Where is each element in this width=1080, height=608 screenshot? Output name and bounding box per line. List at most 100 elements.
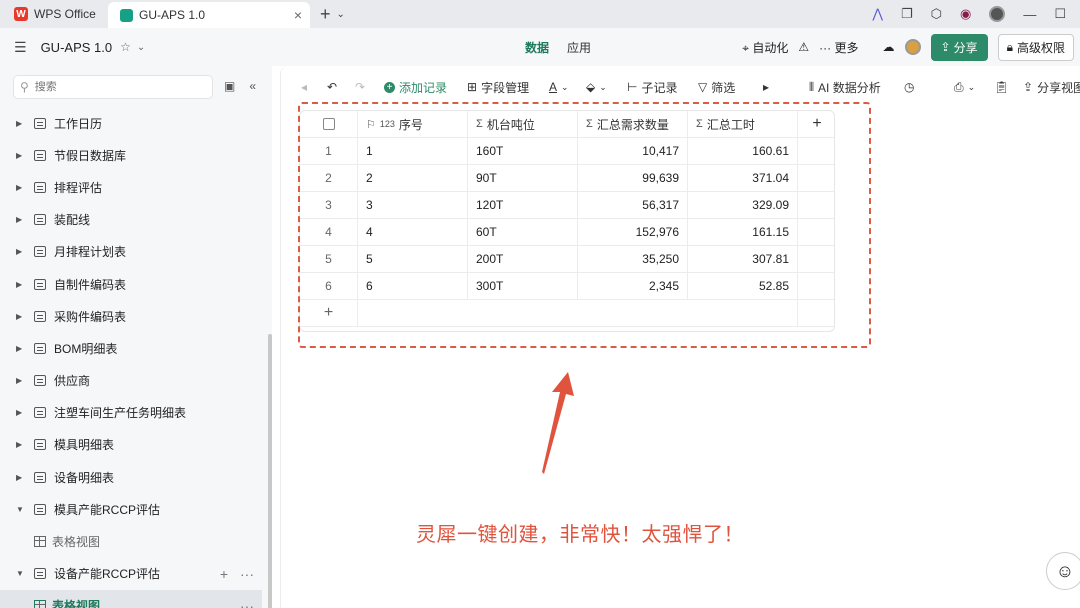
warning-icon[interactable]: ⚠	[798, 40, 809, 54]
lock-icon: 🔒︎	[1006, 39, 1013, 54]
sidebar-item[interactable]: ▼ 模具产能RCCP评估	[0, 493, 262, 525]
sub-record-button[interactable]: ⊢ 子记录	[627, 79, 677, 96]
tab-wps-office[interactable]: W WPS Office	[0, 0, 108, 28]
export-button[interactable]: ⎙ ⌄	[954, 80, 975, 95]
more-tools-icon[interactable]: ▸	[763, 80, 769, 94]
cube-icon[interactable]: ⬡	[931, 6, 942, 22]
sidebar-item[interactable]: ▶ 月排程计划表	[0, 236, 262, 268]
sidebar-item[interactable]: ▶ 注塑车间生产任务明细表	[0, 397, 262, 429]
doc-title[interactable]: GU-APS 1.0	[41, 40, 113, 55]
doc-logo-icon	[120, 8, 133, 22]
ai-analysis-button[interactable]: ⫴ AI 数据分析	[809, 79, 881, 96]
more-button[interactable]: ··· 更多	[819, 39, 858, 56]
expand-arrow-icon[interactable]: ▶	[16, 344, 34, 353]
sidebar-item[interactable]: ▶ 排程评估	[0, 171, 262, 203]
scroll-left-icon[interactable]: ◂	[301, 80, 307, 94]
chevron-down-icon[interactable]: ⌄	[337, 9, 345, 20]
sidebar-view-item[interactable]: 表格视图	[0, 525, 262, 557]
table-icon	[34, 310, 46, 322]
more-icon[interactable]: ···	[240, 598, 254, 608]
chevron-down-icon: ⌄	[599, 81, 607, 92]
chevron-down-icon: ⌄	[561, 81, 569, 92]
avatar[interactable]	[989, 6, 1006, 22]
sidebar-scrollbar[interactable]	[268, 334, 272, 608]
redo-icon[interactable]: ↷	[355, 80, 365, 94]
sidebar-view-item-active[interactable]: 表格视图 ···	[0, 589, 262, 608]
window-titlebar: W WPS Office GU-APS 1.0 × + ⌄ ⋀ ❐ ⬡ ◉ — …	[0, 0, 1080, 28]
star-icon[interactable]: ☆	[120, 40, 131, 54]
collapse-arrow-icon[interactable]: ▼	[16, 569, 34, 578]
fill-color-button[interactable]: ⬙ ⌄	[586, 80, 607, 94]
expand-arrow-icon[interactable]: ▶	[16, 151, 34, 160]
search-box[interactable]: ⚲	[13, 75, 213, 99]
sidebar-item[interactable]: ▶ 节假日数据库	[0, 139, 262, 171]
sidebar-panel-icon[interactable]: ▣	[224, 79, 235, 93]
tab-apps[interactable]: 应用	[567, 39, 591, 56]
expand-arrow-icon[interactable]: ▶	[16, 408, 34, 417]
expand-arrow-icon[interactable]: ▶	[16, 440, 34, 449]
automation-button[interactable]: ⌖ 自动化	[742, 39, 788, 56]
field-manage-label: 字段管理	[481, 80, 530, 95]
sidebar-item-label: 供应商	[54, 374, 91, 389]
tab-data[interactable]: 数据	[525, 39, 549, 56]
table-icon	[34, 407, 46, 419]
sidebar-item[interactable]: ▶ 装配线	[0, 204, 262, 236]
avatar[interactable]	[904, 39, 921, 55]
window-copy-icon[interactable]: ❐	[901, 6, 913, 22]
expand-arrow-icon[interactable]: ▶	[16, 247, 34, 256]
sidebar-item[interactable]: ▶ 设备明细表	[0, 461, 262, 493]
collapse-sidebar-icon[interactable]: «	[249, 79, 256, 93]
sidebar-item[interactable]: ▶ 供应商	[0, 365, 262, 397]
expand-arrow-icon[interactable]: ▶	[16, 312, 34, 321]
expand-arrow-icon[interactable]: ▶	[16, 183, 34, 192]
sidebar-item[interactable]: ▶ 采购件编码表	[0, 300, 262, 332]
field-manage-button[interactable]: ⊞ 字段管理	[467, 79, 529, 96]
expand-arrow-icon[interactable]: ▶	[16, 473, 34, 482]
chevron-down-icon[interactable]: ⌄	[137, 42, 145, 53]
search-input[interactable]	[34, 81, 185, 93]
share-view-button[interactable]: ⇪ 分享视图	[1023, 79, 1080, 96]
permission-label: 高级权限	[1016, 40, 1065, 55]
ai-icon[interactable]: ⋀	[872, 6, 883, 22]
clipboard-icon[interactable]: 📋︎	[994, 80, 1009, 94]
sidebar-item[interactable]: ▶ 工作日历	[0, 107, 262, 139]
search-icon: ⚲	[20, 80, 29, 94]
cloud-icon[interactable]: ☁	[883, 40, 895, 54]
app-badge-icon[interactable]: ◉	[960, 6, 971, 22]
grid-view-icon	[34, 536, 46, 548]
grid-icon: ⊞	[467, 80, 478, 94]
more-icon[interactable]: ···	[240, 566, 254, 582]
menu-icon[interactable]: ☰	[14, 39, 27, 56]
history-icon[interactable]: ◷	[904, 80, 914, 94]
close-icon[interactable]: ×	[294, 7, 302, 23]
chevron-down-icon: ⌄	[967, 81, 976, 92]
assistant-avatar-icon[interactable]: ☺	[1046, 552, 1080, 590]
tab-gu-aps[interactable]: GU-APS 1.0 ×	[108, 2, 310, 28]
sidebar-item[interactable]: ▼ 设备产能RCCP评估 + ···	[0, 558, 262, 590]
text-color-button[interactable]: A ⌄	[549, 80, 569, 94]
expand-arrow-icon[interactable]: ▶	[16, 376, 34, 385]
add-record-button[interactable]: + 添加记录	[384, 79, 447, 96]
maximize-icon[interactable]: ☐	[1054, 6, 1066, 22]
collapse-arrow-icon[interactable]: ▼	[16, 505, 34, 514]
filter-button[interactable]: ▽ 筛选	[698, 79, 735, 96]
expand-arrow-icon[interactable]: ▶	[16, 215, 34, 224]
share-button[interactable]: ⇪ 分享	[930, 33, 988, 61]
undo-icon[interactable]: ↶	[327, 80, 337, 94]
sidebar: ⚲ ▣ « ▶ 工作日历 ▶ 节假日数据库 ▶ 排程评估 ▶ 装配线 ▶ 月排程计划表 ▶…	[0, 66, 272, 608]
app-header: ☰ GU-APS 1.0 ☆ ⌄ 数据 应用 ⌖ 自动化 ⚠ ··· 更多 ☁ …	[0, 28, 1080, 66]
sidebar-item[interactable]: ▶ 模具明细表	[0, 429, 262, 461]
sidebar-item[interactable]: ▶ BOM明细表	[0, 332, 262, 364]
sidebar-item[interactable]: ▶ 自制件编码表	[0, 268, 262, 300]
sidebar-item-label: 表格视图	[52, 599, 101, 608]
highlight-box	[298, 102, 871, 348]
minimize-icon[interactable]: —	[1023, 7, 1036, 22]
permission-button[interactable]: 🔒︎ 高级权限	[997, 33, 1074, 61]
expand-arrow-icon[interactable]: ▶	[16, 119, 34, 128]
expand-arrow-icon[interactable]: ▶	[16, 280, 34, 289]
new-tab-icon[interactable]: +	[320, 4, 331, 25]
sidebar-item-label: 设备明细表	[54, 470, 115, 485]
add-icon[interactable]: +	[220, 566, 228, 582]
table-icon	[34, 439, 46, 451]
arrow-icon	[542, 372, 574, 474]
